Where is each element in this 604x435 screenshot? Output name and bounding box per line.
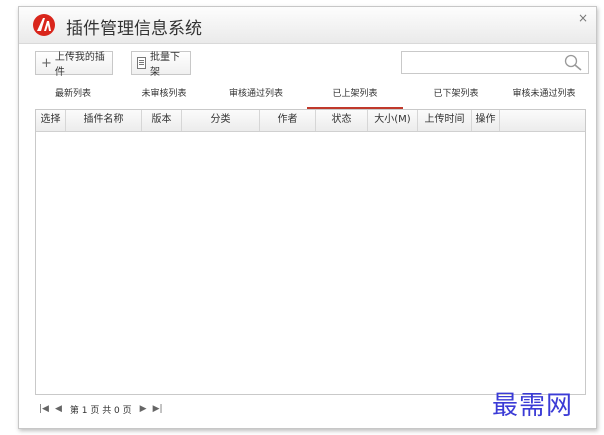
plus-icon: +: [41, 55, 52, 71]
close-icon[interactable]: ×: [578, 11, 588, 25]
plugin-table: 选择 插件名称 版本 分类 作者 状态 大小(M) 上传时间 操作: [35, 109, 586, 395]
tab-listed[interactable]: 已上架列表: [307, 87, 403, 109]
search-icon[interactable]: [563, 54, 583, 72]
next-page-icon[interactable]: ▶: [140, 404, 147, 414]
tab-bar: 最新列表 未审核列表 审核通过列表 已上架列表 已下架列表 审核未通过列表: [35, 87, 585, 109]
pagination: |◀ ◀ 第 1 页 共 0 页 ▶ ▶|: [39, 401, 169, 417]
title-bar: 插件管理信息系统 ×: [19, 7, 596, 44]
table-header: 选择 插件名称 版本 分类 作者 状态 大小(M) 上传时间 操作: [36, 110, 585, 132]
tab-approved[interactable]: 审核通过列表: [219, 87, 293, 107]
col-actions[interactable]: 操作: [472, 110, 500, 131]
watermark-logo: 最需网: [492, 391, 574, 421]
col-upload-time[interactable]: 上传时间: [418, 110, 472, 131]
col-author[interactable]: 作者: [260, 110, 316, 131]
plugin-manager-window: 插件管理信息系统 × + 上传我的插件 批量下架 最新列表 未审核列表 审核通过…: [18, 6, 597, 429]
col-status[interactable]: 状态: [316, 110, 368, 131]
col-category[interactable]: 分类: [182, 110, 260, 131]
batch-delist-button[interactable]: 批量下架: [131, 51, 191, 78]
document-icon: [137, 57, 146, 69]
last-page-icon[interactable]: ▶|: [153, 404, 163, 414]
first-page-icon[interactable]: |◀: [39, 404, 49, 414]
col-select[interactable]: 选择: [36, 110, 66, 131]
upload-plugin-button[interactable]: + 上传我的插件: [35, 51, 113, 78]
app-title: 插件管理信息系统: [66, 19, 202, 39]
prev-page-icon[interactable]: ◀: [55, 404, 62, 414]
app-logo-icon: [33, 14, 55, 36]
col-version[interactable]: 版本: [142, 110, 182, 131]
tab-rejected[interactable]: 审核未通过列表: [503, 87, 585, 107]
upload-plugin-label: 上传我的插件: [54, 52, 105, 78]
batch-delist-label: 批量下架: [150, 52, 180, 78]
search-input[interactable]: [401, 51, 589, 74]
tab-delisted[interactable]: 已下架列表: [423, 87, 489, 107]
col-size[interactable]: 大小(M): [368, 110, 418, 131]
page-info: 第 1 页 共 0 页: [69, 405, 132, 416]
tab-latest[interactable]: 最新列表: [45, 87, 101, 107]
tab-unreviewed[interactable]: 未审核列表: [131, 87, 197, 107]
col-plugin-name[interactable]: 插件名称: [66, 110, 142, 131]
